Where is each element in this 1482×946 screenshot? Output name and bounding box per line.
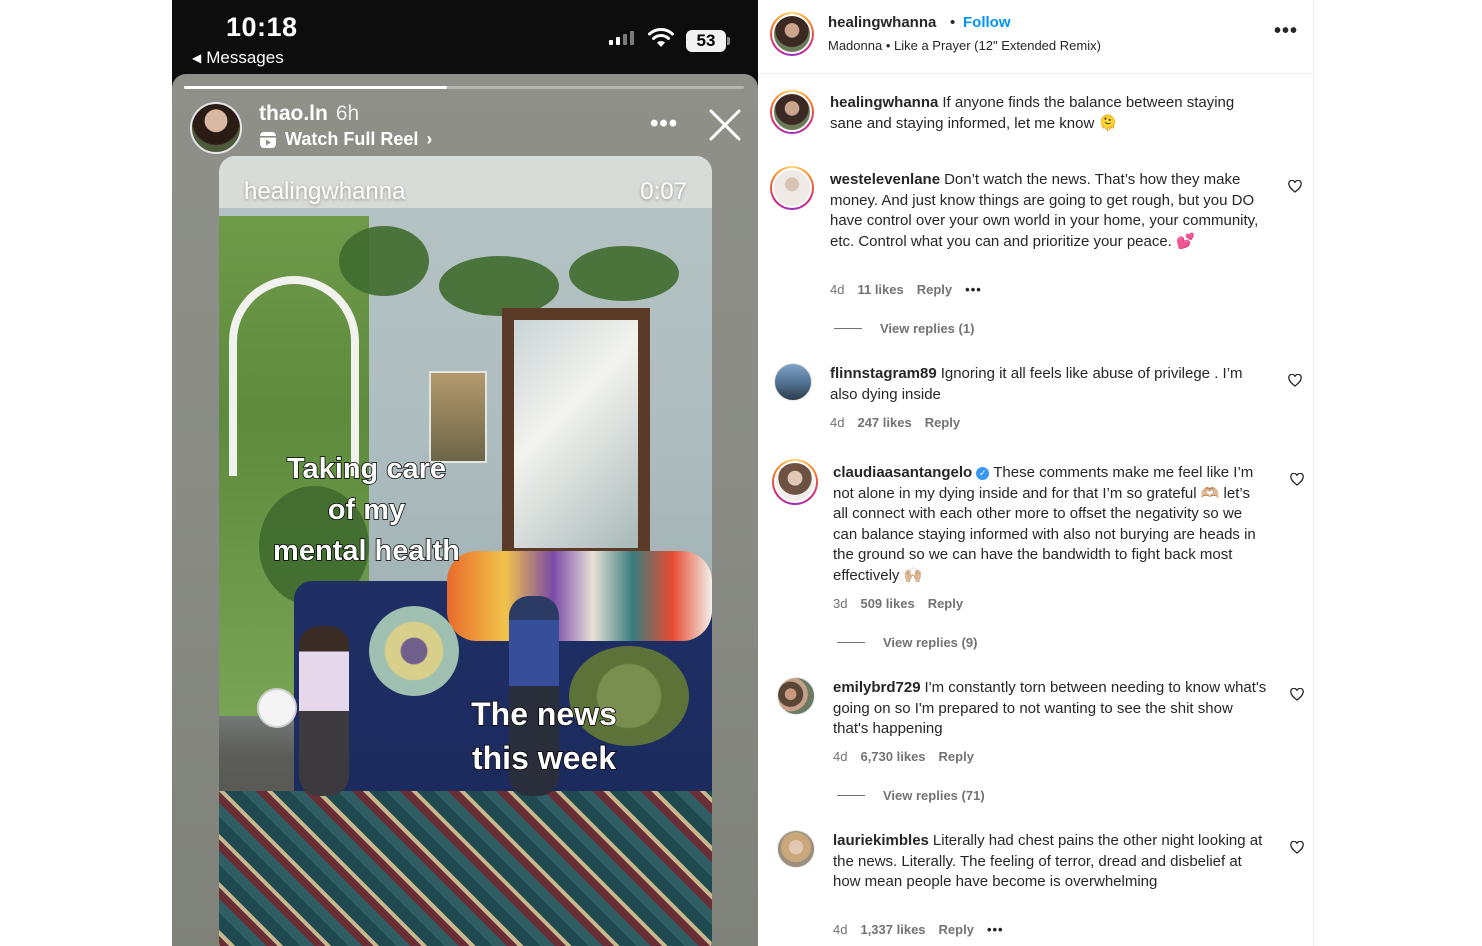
comment-meta: 4d 1,337 likes Reply ••• — [833, 922, 1004, 937]
reply-button[interactable]: Reply — [928, 596, 963, 611]
post-header: healingwhanna • Follow Madonna • Like a … — [758, 0, 1313, 74]
avatar[interactable] — [777, 677, 815, 715]
comment-meta: 4d 11 likes Reply ••• — [830, 282, 982, 297]
story-progress-bar — [184, 86, 744, 89]
status-time: 10:18 — [226, 12, 298, 42]
comment-username[interactable]: emilybrd729 — [833, 679, 921, 696]
comment: flinnstagram89 Ignoring it all feels like… — [830, 364, 1266, 405]
video-username: healingwhanna — [244, 178, 406, 205]
comment-meta: 4d 247 likes Reply — [830, 415, 960, 430]
close-icon[interactable] — [708, 108, 742, 142]
back-label: Messages — [206, 48, 284, 67]
screenshot-root: 10:18 ◀ Messages 53 thao.ln 6h Watch Ful… — [0, 0, 1482, 946]
story-progress-fill — [184, 86, 448, 89]
story-username-row[interactable]: thao.ln 6h — [259, 102, 359, 126]
verified-icon: ✓ — [976, 467, 990, 480]
heart-icon[interactable] — [1290, 688, 1304, 701]
comment-username[interactable]: westelevenlane — [830, 171, 940, 188]
header-separator: • — [950, 14, 956, 31]
avatar[interactable] — [770, 166, 814, 210]
comment-age: 4d — [830, 415, 845, 430]
comment-meta: 3d 509 likes Reply — [833, 596, 963, 611]
reply-button[interactable]: Reply — [939, 922, 974, 937]
view-replies-button[interactable]: View replies (71) — [837, 788, 985, 803]
caption-mental-health: Taking care of my mental health — [272, 452, 460, 568]
story-more-icon[interactable]: ••• — [650, 110, 678, 138]
clock-icon — [257, 688, 297, 728]
view-replies-button[interactable]: View replies (1) — [834, 321, 974, 336]
heart-icon[interactable] — [1290, 841, 1304, 854]
avatar[interactable] — [774, 363, 812, 401]
signal-icon — [609, 31, 634, 45]
comment: emilybrd729 I'm constantly torn between n… — [833, 678, 1269, 740]
back-arrow-icon: ◀ — [192, 51, 202, 65]
heart-icon[interactable] — [1290, 473, 1304, 486]
avatar[interactable] — [772, 459, 818, 505]
reply-button[interactable]: Reply — [925, 415, 960, 430]
status-bar: 10:18 ◀ Messages 53 — [172, 0, 758, 74]
wall-mirror — [502, 308, 650, 560]
audio-track[interactable]: Madonna • Like a Prayer (12" Extended Re… — [828, 38, 1101, 53]
wifi-icon — [648, 28, 674, 47]
view-replies-button[interactable]: View replies (9) — [837, 635, 977, 650]
avatar[interactable] — [777, 830, 815, 868]
caption-username[interactable]: healingwhanna — [830, 94, 938, 111]
follow-button[interactable]: Follow — [963, 14, 1011, 31]
heart-icon[interactable] — [1288, 180, 1302, 193]
comment: westelevenlane Don’t watch the news. That… — [830, 170, 1266, 252]
comments-panel: healingwhanna • Follow Madonna • Like a … — [758, 0, 1314, 946]
story-viewer[interactable]: thao.ln 6h Watch Full Reel › ••• healing… — [172, 74, 758, 946]
video-timestamp: 0:07 — [640, 178, 687, 205]
watch-full-reel-link[interactable]: Watch Full Reel › — [259, 129, 432, 150]
heart-icon[interactable] — [1288, 374, 1302, 387]
back-to-messages[interactable]: ◀ Messages — [192, 48, 284, 68]
reply-button[interactable]: Reply — [939, 749, 974, 764]
story-age: 6h — [335, 102, 360, 125]
caption-news: The news this week — [470, 695, 617, 777]
comment-likes[interactable]: 509 likes — [860, 596, 914, 611]
battery-icon: 53 — [686, 30, 730, 52]
comment-likes[interactable]: 11 likes — [857, 282, 903, 297]
rug — [219, 791, 712, 946]
story-username[interactable]: thao.ln — [259, 102, 328, 125]
avatar[interactable] — [770, 12, 814, 56]
comment-age: 3d — [833, 596, 848, 611]
comment-age: 4d — [833, 922, 848, 937]
comment-username[interactable]: lauriekimbles — [833, 832, 929, 849]
comment-age: 4d — [833, 749, 848, 764]
post-caption: healingwhanna If anyone finds the balance… — [830, 93, 1270, 134]
comment-more-icon[interactable]: ••• — [965, 282, 982, 297]
reel-video[interactable]: healingwhanna 0:07 Taking care of my men… — [219, 156, 712, 946]
more-icon[interactable]: ••• — [1274, 20, 1298, 43]
chevron-right-icon: › — [426, 129, 433, 149]
phone-screen: 10:18 ◀ Messages 53 thao.ln 6h Watch Ful… — [172, 0, 758, 946]
comment: claudiaasantangelo ✓ These comments make m… — [833, 463, 1269, 586]
avatar[interactable] — [770, 90, 814, 134]
comment-likes[interactable]: 1,337 likes — [860, 922, 925, 937]
comment-username[interactable]: claudiaasantangelo — [833, 464, 972, 481]
comment-text: These comments make me feel like I’m not… — [833, 464, 1256, 584]
comment: lauriekimbles Literally had chest pains t… — [833, 831, 1269, 893]
reply-button[interactable]: Reply — [917, 282, 952, 297]
comment-meta: 4d 6,730 likes Reply — [833, 749, 974, 764]
comment-more-icon[interactable]: ••• — [987, 922, 1004, 937]
comment-age: 4d — [830, 282, 845, 297]
story-avatar[interactable] — [190, 102, 242, 154]
comment-likes[interactable]: 247 likes — [857, 415, 911, 430]
watch-full-reel-label: Watch Full Reel — [285, 129, 419, 149]
header-username[interactable]: healingwhanna — [828, 14, 936, 31]
running-person — [299, 626, 349, 796]
comment-likes[interactable]: 6,730 likes — [860, 749, 925, 764]
reel-icon — [260, 131, 276, 148]
comment-username[interactable]: flinnstagram89 — [830, 365, 937, 382]
